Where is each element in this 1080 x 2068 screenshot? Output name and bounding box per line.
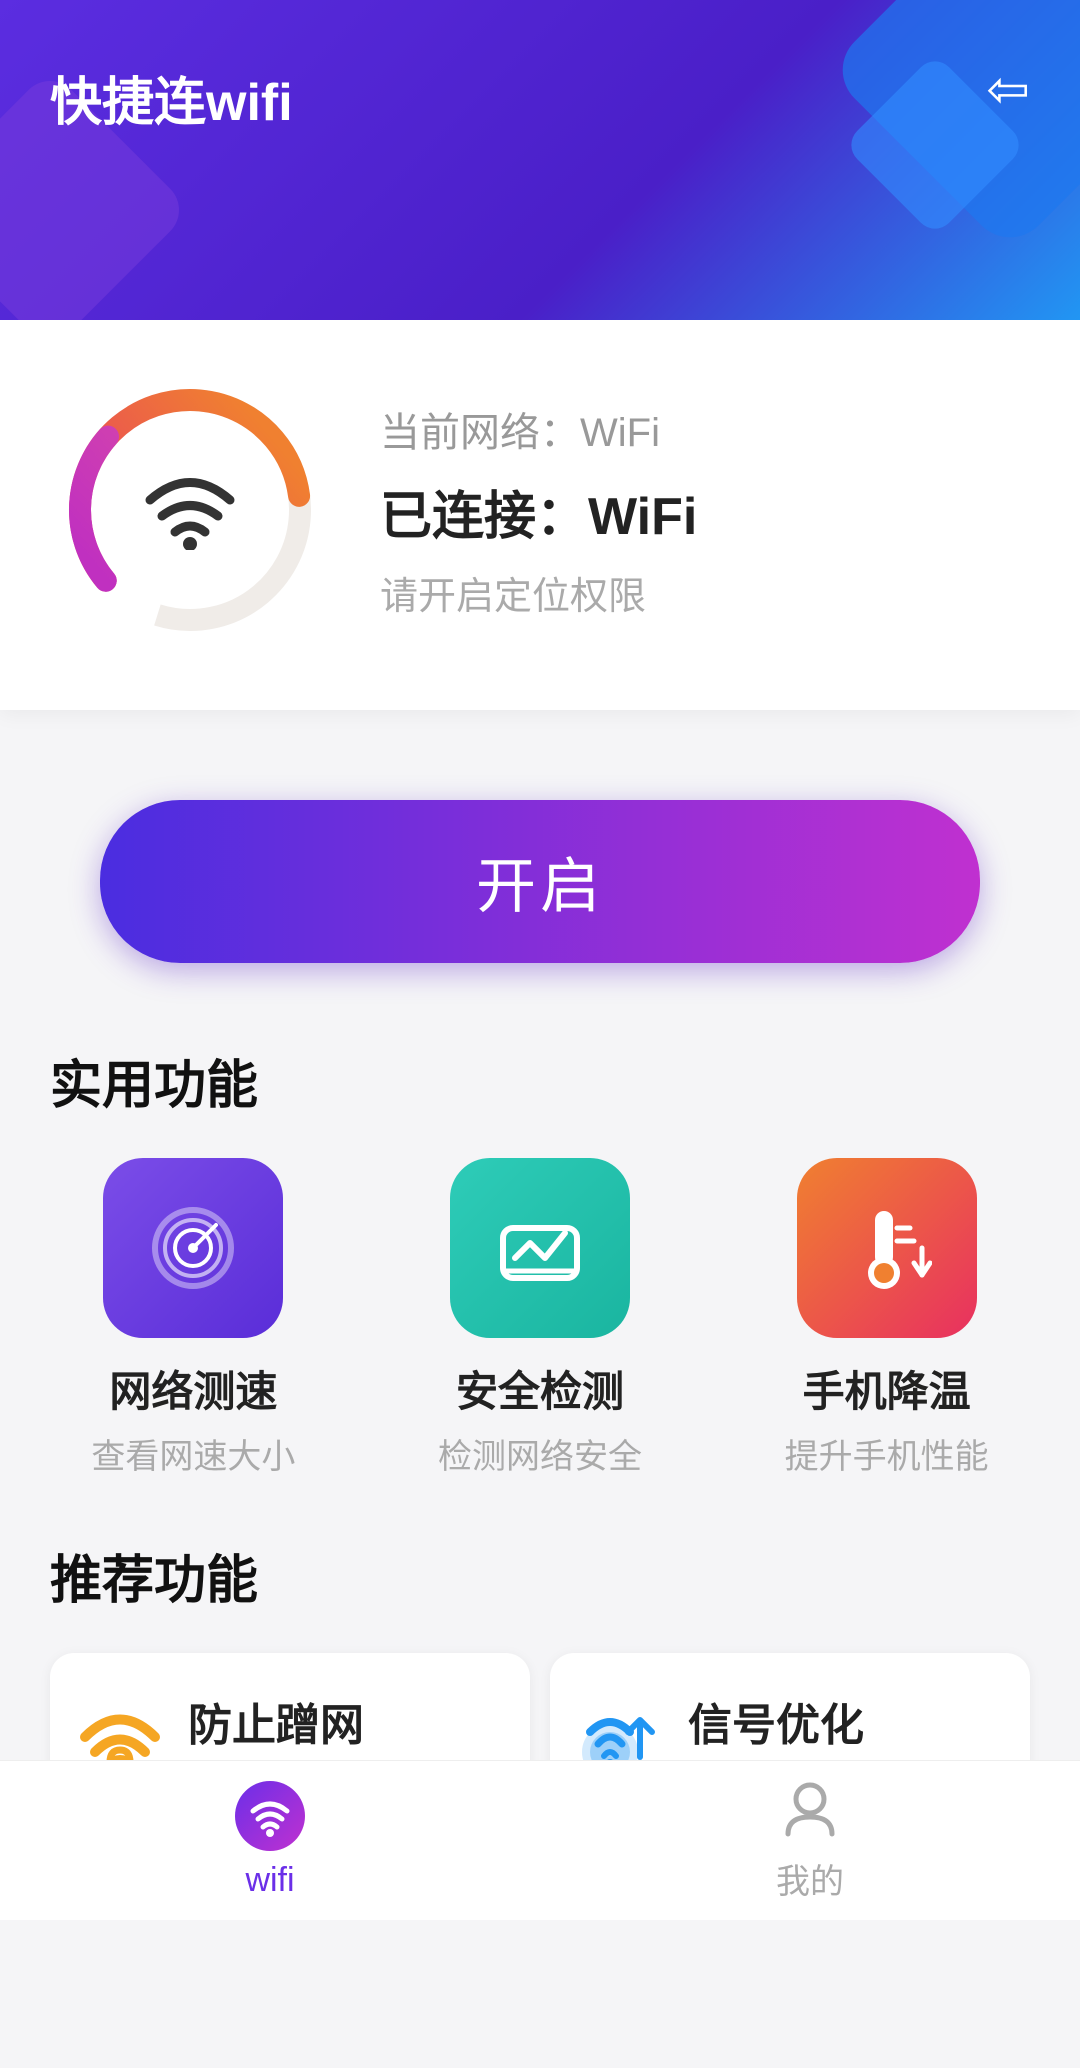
header: 快捷连wifi ⇦	[0, 0, 1080, 320]
utility-section: 实用功能 网络测速 查看网速大小	[0, 1023, 1080, 1518]
speed-test-desc: 查看网速大小	[91, 1429, 295, 1478]
cooling-name: 手机降温	[803, 1358, 971, 1419]
status-info: 当前网络：WiFi 已连接：WiFi 请开启定位权限	[380, 400, 1030, 620]
app-title: 快捷连wifi	[50, 60, 293, 135]
status-card: 当前网络：WiFi 已连接：WiFi 请开启定位权限	[0, 320, 1080, 710]
bottom-nav: wifi 我的	[0, 1760, 1080, 1920]
feature-cooling[interactable]: 手机降温 提升手机性能	[743, 1158, 1030, 1478]
nav-wifi-label: wifi	[245, 1861, 294, 1900]
signal-opt-name: 信号优化	[688, 1689, 892, 1753]
nav-mine[interactable]: 我的	[540, 1779, 1080, 1903]
feature-grid: 网络测速 查看网速大小 安全检测 检测网络安全	[0, 1148, 1080, 1518]
anti-leech-name: 防止蹭网	[188, 1689, 392, 1753]
action-section: 开启	[0, 740, 1080, 1023]
network-label: 当前网络：WiFi	[380, 400, 1030, 458]
wifi-center-icon	[140, 470, 240, 550]
security-desc: 检测网络安全	[438, 1429, 642, 1478]
start-button[interactable]: 开启	[100, 800, 980, 963]
security-icon	[450, 1158, 630, 1338]
security-name: 安全检测	[456, 1358, 624, 1419]
nav-mine-icon	[780, 1779, 840, 1844]
speed-test-icon	[103, 1158, 283, 1338]
utility-section-title: 实用功能	[0, 1023, 1080, 1148]
cooling-desc: 提升手机性能	[785, 1429, 989, 1478]
nav-wifi-icon	[235, 1781, 305, 1851]
signal-gauge	[50, 370, 330, 650]
feature-security[interactable]: 安全检测 检测网络安全	[397, 1158, 684, 1478]
cooling-icon	[797, 1158, 977, 1338]
speed-test-name: 网络测速	[109, 1358, 277, 1419]
nav-wifi[interactable]: wifi	[0, 1781, 540, 1900]
nav-mine-label: 我的	[776, 1854, 844, 1903]
back-button[interactable]: ⇦	[986, 60, 1030, 120]
permission-hint: 请开启定位权限	[380, 565, 1030, 620]
connected-status: 已连接：WiFi	[380, 474, 1030, 549]
recommend-section-title: 推荐功能	[0, 1518, 1080, 1643]
feature-speed-test[interactable]: 网络测速 查看网速大小	[50, 1158, 337, 1478]
